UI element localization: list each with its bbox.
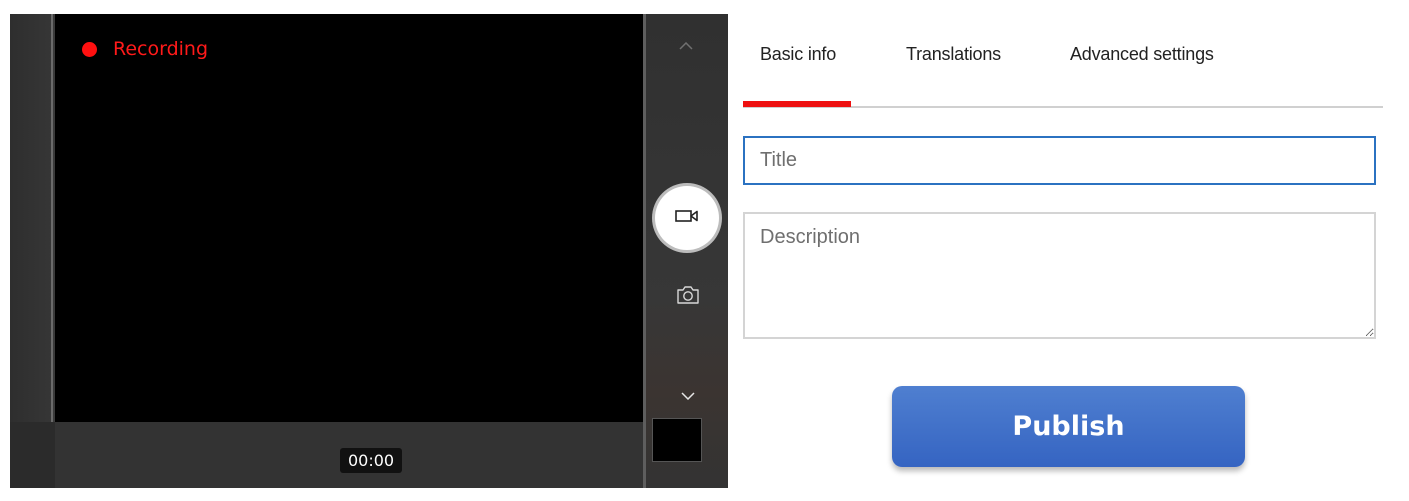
recording-timer: 00:00 bbox=[340, 448, 403, 473]
video-mode-button[interactable] bbox=[655, 186, 719, 250]
tab-translations[interactable]: Translations bbox=[906, 44, 1001, 65]
video-camera-icon bbox=[675, 209, 699, 228]
last-capture-thumbnail[interactable] bbox=[652, 418, 702, 462]
camera-viewfinder: Recording bbox=[55, 14, 643, 428]
description-input[interactable] bbox=[743, 212, 1376, 339]
publish-form: Basic info Translations Advanced setting… bbox=[743, 0, 1383, 501]
recording-dot-icon bbox=[82, 41, 97, 57]
title-input[interactable] bbox=[743, 136, 1376, 185]
tab-advanced-settings[interactable]: Advanced settings bbox=[1070, 44, 1214, 65]
tab-basic-info[interactable]: Basic info bbox=[760, 44, 836, 65]
camera-mode-rail bbox=[643, 14, 728, 488]
recording-label: Recording bbox=[113, 38, 209, 60]
photo-mode-button[interactable] bbox=[671, 282, 705, 312]
camera-left-strip bbox=[10, 14, 53, 422]
tab-bar: Basic info Translations Advanced setting… bbox=[743, 26, 1383, 108]
camera-app: Recording 00:00 bbox=[10, 14, 728, 488]
bottom-bar-left bbox=[10, 422, 55, 488]
camera-bottom-bar: 00:00 bbox=[10, 422, 643, 488]
camera-icon bbox=[676, 285, 700, 310]
recording-indicator: Recording bbox=[82, 38, 208, 60]
publish-button[interactable]: Publish bbox=[892, 386, 1245, 467]
chevron-down-icon[interactable] bbox=[671, 384, 705, 408]
chevron-up-icon[interactable] bbox=[671, 36, 701, 56]
active-tab-indicator bbox=[743, 101, 851, 107]
